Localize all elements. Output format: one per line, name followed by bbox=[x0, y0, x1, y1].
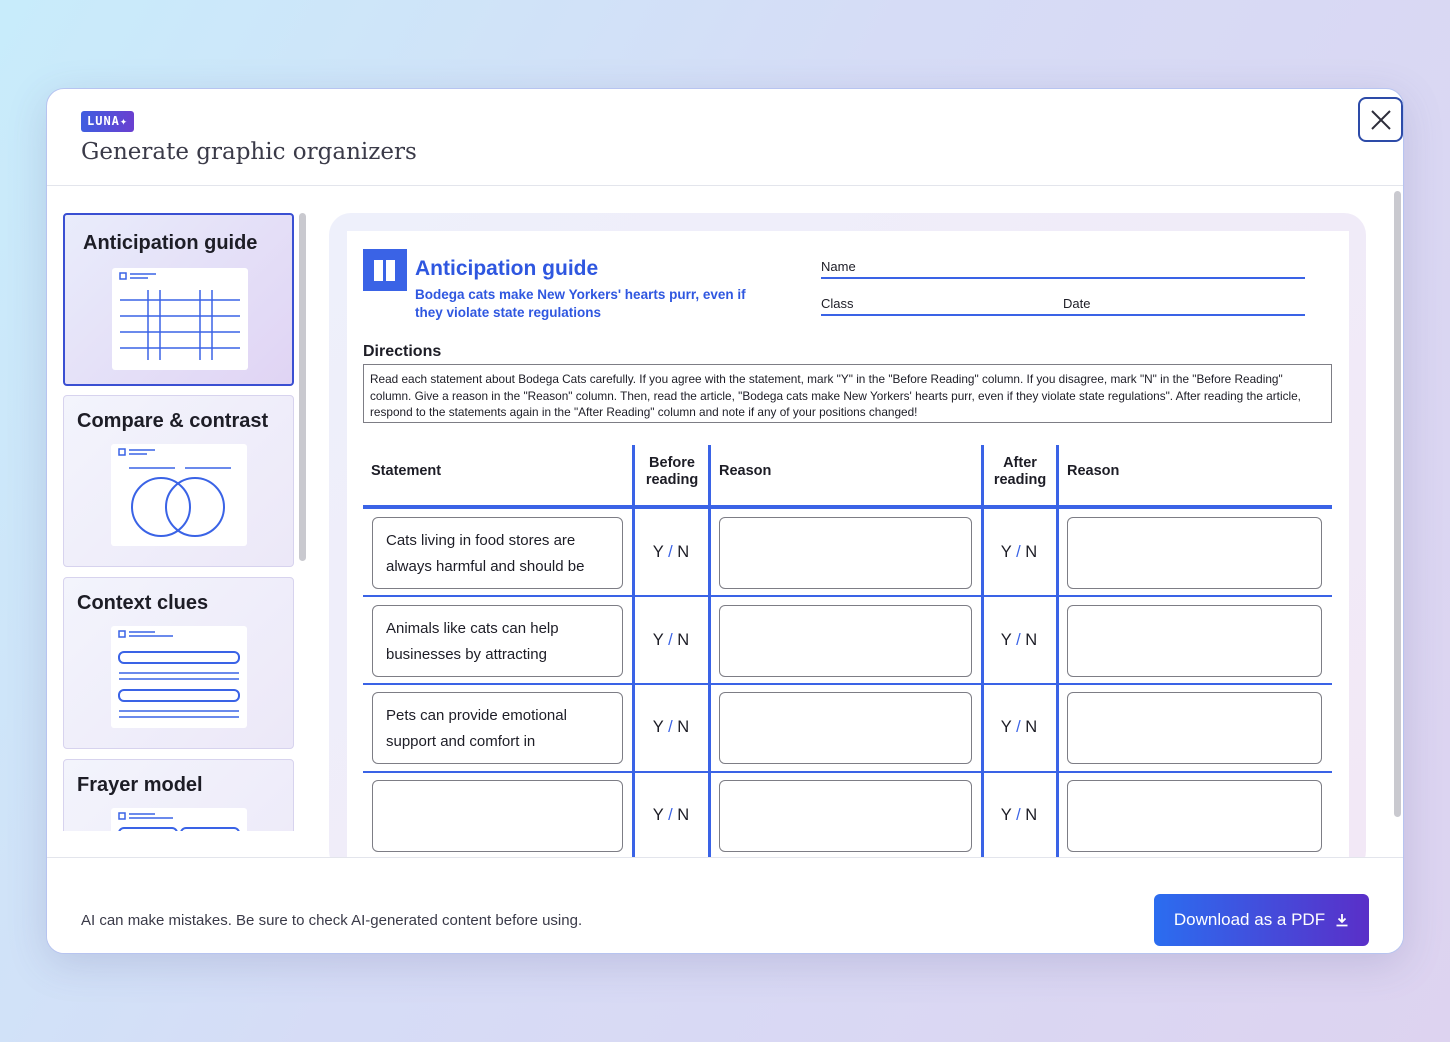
reason-after-input[interactable] bbox=[1067, 517, 1322, 589]
luna-badge-label: LUNA bbox=[87, 114, 120, 128]
after-yn-choice[interactable]: Y / N bbox=[983, 806, 1055, 825]
statement-cell[interactable]: Pets can provide emotional support and c… bbox=[372, 692, 623, 764]
after-yn-choice[interactable]: Y / N bbox=[983, 631, 1055, 650]
book-icon bbox=[363, 249, 407, 291]
name-field-label: Name bbox=[821, 259, 856, 274]
sidebar-item-label: Frayer model bbox=[77, 774, 203, 796]
sidebar-scrollbar[interactable] bbox=[299, 213, 306, 561]
download-icon bbox=[1336, 914, 1348, 927]
header-divider bbox=[363, 505, 1332, 509]
directions-title: Directions bbox=[363, 343, 442, 360]
before-yn-choice[interactable]: Y / N bbox=[635, 631, 707, 650]
graphic-organizer-modal: LUNA✦ Generate graphic organizers Antici… bbox=[46, 88, 1404, 954]
statement-text: Pets can provide emotional support and c… bbox=[386, 707, 567, 750]
after-yn-choice[interactable]: Y / N bbox=[983, 718, 1055, 737]
frayer-thumbnail-icon bbox=[111, 808, 247, 831]
before-yn-choice[interactable]: Y / N bbox=[635, 806, 707, 825]
sidebar-item-context-clues[interactable]: Context clues bbox=[63, 577, 294, 749]
before-yn-choice[interactable]: Y / N bbox=[635, 718, 707, 737]
reason-before-input[interactable] bbox=[719, 780, 972, 852]
name-field-line bbox=[821, 277, 1305, 279]
statement-text: Animals like cats can help businesses by… bbox=[386, 620, 559, 663]
sidebar-item-compare-contrast[interactable]: Compare & contrast bbox=[63, 395, 294, 567]
venn-thumbnail-icon bbox=[111, 444, 247, 546]
modal-title: Generate graphic organizers bbox=[81, 139, 417, 165]
download-pdf-button[interactable]: Download as a PDF bbox=[1154, 894, 1369, 946]
column-header-before-reading: Before reading bbox=[645, 455, 699, 488]
before-yn-choice[interactable]: Y / N bbox=[635, 543, 707, 562]
directions-text: Read each statement about Bodega Cats ca… bbox=[363, 364, 1332, 423]
sidebar-item-label: Context clues bbox=[77, 592, 209, 614]
row-divider bbox=[363, 595, 1332, 597]
lines-thumbnail-icon bbox=[111, 626, 247, 728]
statement-text: Cats living in food stores are always ha… bbox=[386, 532, 585, 575]
sheet-subtitle: Bodega cats make New Yorkers' hearts pur… bbox=[415, 287, 746, 320]
sidebar-item-anticipation-guide[interactable]: Anticipation guide bbox=[63, 213, 294, 386]
sheet-title: Anticipation guide bbox=[415, 257, 599, 280]
reason-after-input[interactable] bbox=[1067, 605, 1322, 677]
sidebar-item-label: Compare & contrast bbox=[77, 410, 269, 432]
sidebar-item-label: Anticipation guide bbox=[83, 232, 258, 254]
row-divider bbox=[363, 771, 1332, 773]
sparkle-icon: ✦ bbox=[119, 114, 129, 128]
date-field-label: Date bbox=[1063, 296, 1091, 311]
close-icon bbox=[1370, 109, 1391, 130]
reason-before-input[interactable] bbox=[719, 517, 972, 589]
modal-footer: AI can make mistakes. Be sure to check A… bbox=[47, 857, 1403, 953]
column-header-reason-after: Reason bbox=[1067, 463, 1120, 479]
class-field-label: Class bbox=[821, 296, 854, 311]
statement-cell[interactable]: Cats living in food stores are always ha… bbox=[372, 517, 623, 589]
reason-before-input[interactable] bbox=[719, 605, 972, 677]
modal-header: LUNA✦ Generate graphic organizers bbox=[47, 89, 1403, 186]
organizer-type-list: Anticipation guide Compare & contrast Co… bbox=[63, 213, 313, 831]
table-thumbnail-icon bbox=[112, 268, 248, 370]
class-date-field-line bbox=[821, 314, 1305, 316]
luna-badge: LUNA✦ bbox=[81, 111, 135, 132]
column-header-statement: Statement bbox=[371, 463, 442, 479]
ai-disclaimer: AI can make mistakes. Be sure to check A… bbox=[81, 912, 583, 929]
organizer-sheet: Anticipation guide Bodega cats make New … bbox=[347, 231, 1349, 871]
reason-after-input[interactable] bbox=[1067, 692, 1322, 764]
reason-after-input[interactable] bbox=[1067, 780, 1322, 852]
row-divider bbox=[363, 683, 1332, 685]
reason-before-input[interactable] bbox=[719, 692, 972, 764]
statement-cell[interactable]: Animals like cats can help businesses by… bbox=[372, 605, 623, 677]
content-scrollbar[interactable] bbox=[1394, 191, 1401, 817]
column-header-after-reading: After reading bbox=[993, 455, 1047, 488]
statement-cell[interactable] bbox=[372, 780, 623, 852]
column-header-reason-before: Reason bbox=[719, 463, 772, 479]
sidebar-item-frayer-model[interactable]: Frayer model bbox=[63, 759, 294, 831]
close-button[interactable] bbox=[1358, 97, 1403, 142]
download-pdf-label: Download as a PDF bbox=[1173, 910, 1326, 929]
after-yn-choice[interactable]: Y / N bbox=[983, 543, 1055, 562]
